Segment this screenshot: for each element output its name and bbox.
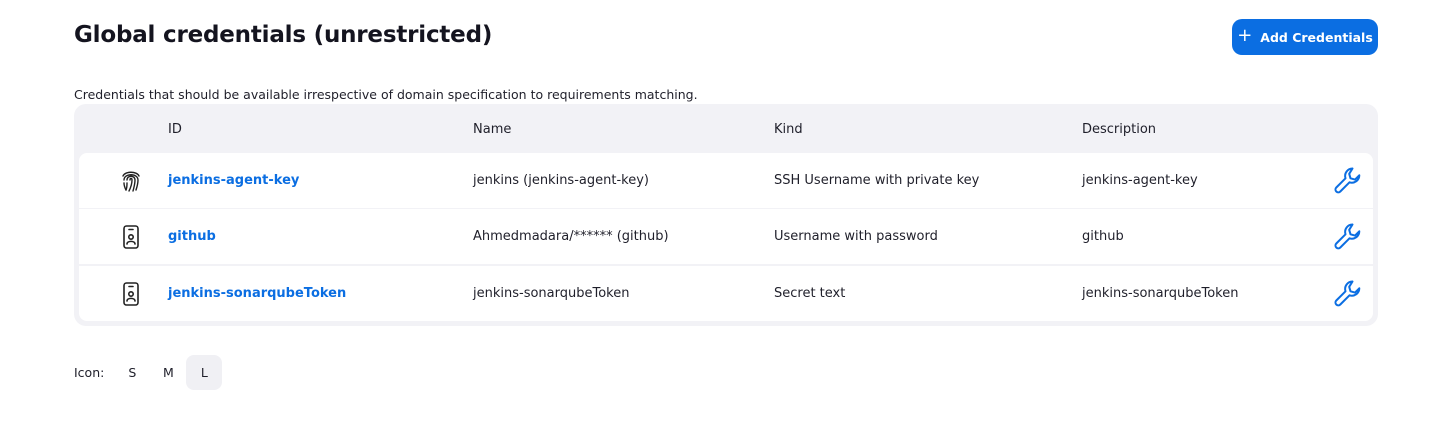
icon-size-medium[interactable]: M bbox=[150, 355, 186, 390]
fingerprint-icon bbox=[119, 168, 143, 194]
credential-id-link[interactable]: jenkins-sonarqubeToken bbox=[168, 286, 346, 301]
icon-size-small[interactable]: S bbox=[114, 355, 150, 390]
credential-id-link[interactable]: jenkins-agent-key bbox=[168, 173, 299, 188]
add-credentials-button[interactable]: + Add Credentials bbox=[1232, 19, 1378, 55]
column-header-id: ID bbox=[168, 122, 182, 137]
add-credentials-label: Add Credentials bbox=[1260, 29, 1373, 45]
credential-description: jenkins-agent-key bbox=[1082, 173, 1198, 188]
id-badge-icon bbox=[119, 224, 143, 250]
page-title: Global credentials (unrestricted) bbox=[74, 22, 493, 48]
wrench-icon[interactable] bbox=[1332, 165, 1364, 197]
credential-name: Ahmedmadara/****** (github) bbox=[473, 229, 669, 244]
column-header-description: Description bbox=[1082, 122, 1157, 137]
icon-size-large[interactable]: L bbox=[186, 355, 223, 390]
wrench-icon[interactable] bbox=[1332, 278, 1364, 310]
column-header-kind: Kind bbox=[774, 122, 803, 137]
credential-kind: SSH Username with private key bbox=[774, 173, 980, 188]
table-header: ID Name Kind Description bbox=[74, 104, 1378, 153]
credential-kind: Username with password bbox=[774, 229, 938, 244]
credentials-table: ID Name Kind Description jenkins-agent-k… bbox=[74, 104, 1378, 326]
icon-size-label: Icon: bbox=[74, 365, 105, 380]
credential-kind: Secret text bbox=[774, 286, 846, 301]
credential-id-link[interactable]: github bbox=[168, 229, 216, 244]
plus-icon: + bbox=[1237, 25, 1253, 46]
icon-size-selector: Icon: S M L bbox=[74, 355, 223, 390]
column-header-name: Name bbox=[473, 122, 512, 137]
credential-description: jenkins-sonarqubeToken bbox=[1082, 286, 1239, 301]
credentials-page: Global credentials (unrestricted) + Add … bbox=[0, 0, 1453, 446]
id-badge-icon bbox=[119, 281, 143, 307]
page-description: Credentials that should be available irr… bbox=[74, 87, 698, 102]
table-row: jenkins-agent-key jenkins (jenkins-agent… bbox=[79, 153, 1373, 208]
credential-name: jenkins (jenkins-agent-key) bbox=[473, 173, 649, 188]
wrench-icon[interactable] bbox=[1332, 221, 1364, 253]
credential-name: jenkins-sonarqubeToken bbox=[473, 286, 630, 301]
credential-description: github bbox=[1082, 229, 1124, 244]
table-row: github Ahmedmadara/****** (github) Usern… bbox=[79, 209, 1373, 264]
table-row: jenkins-sonarqubeToken jenkins-sonarqube… bbox=[79, 266, 1373, 321]
